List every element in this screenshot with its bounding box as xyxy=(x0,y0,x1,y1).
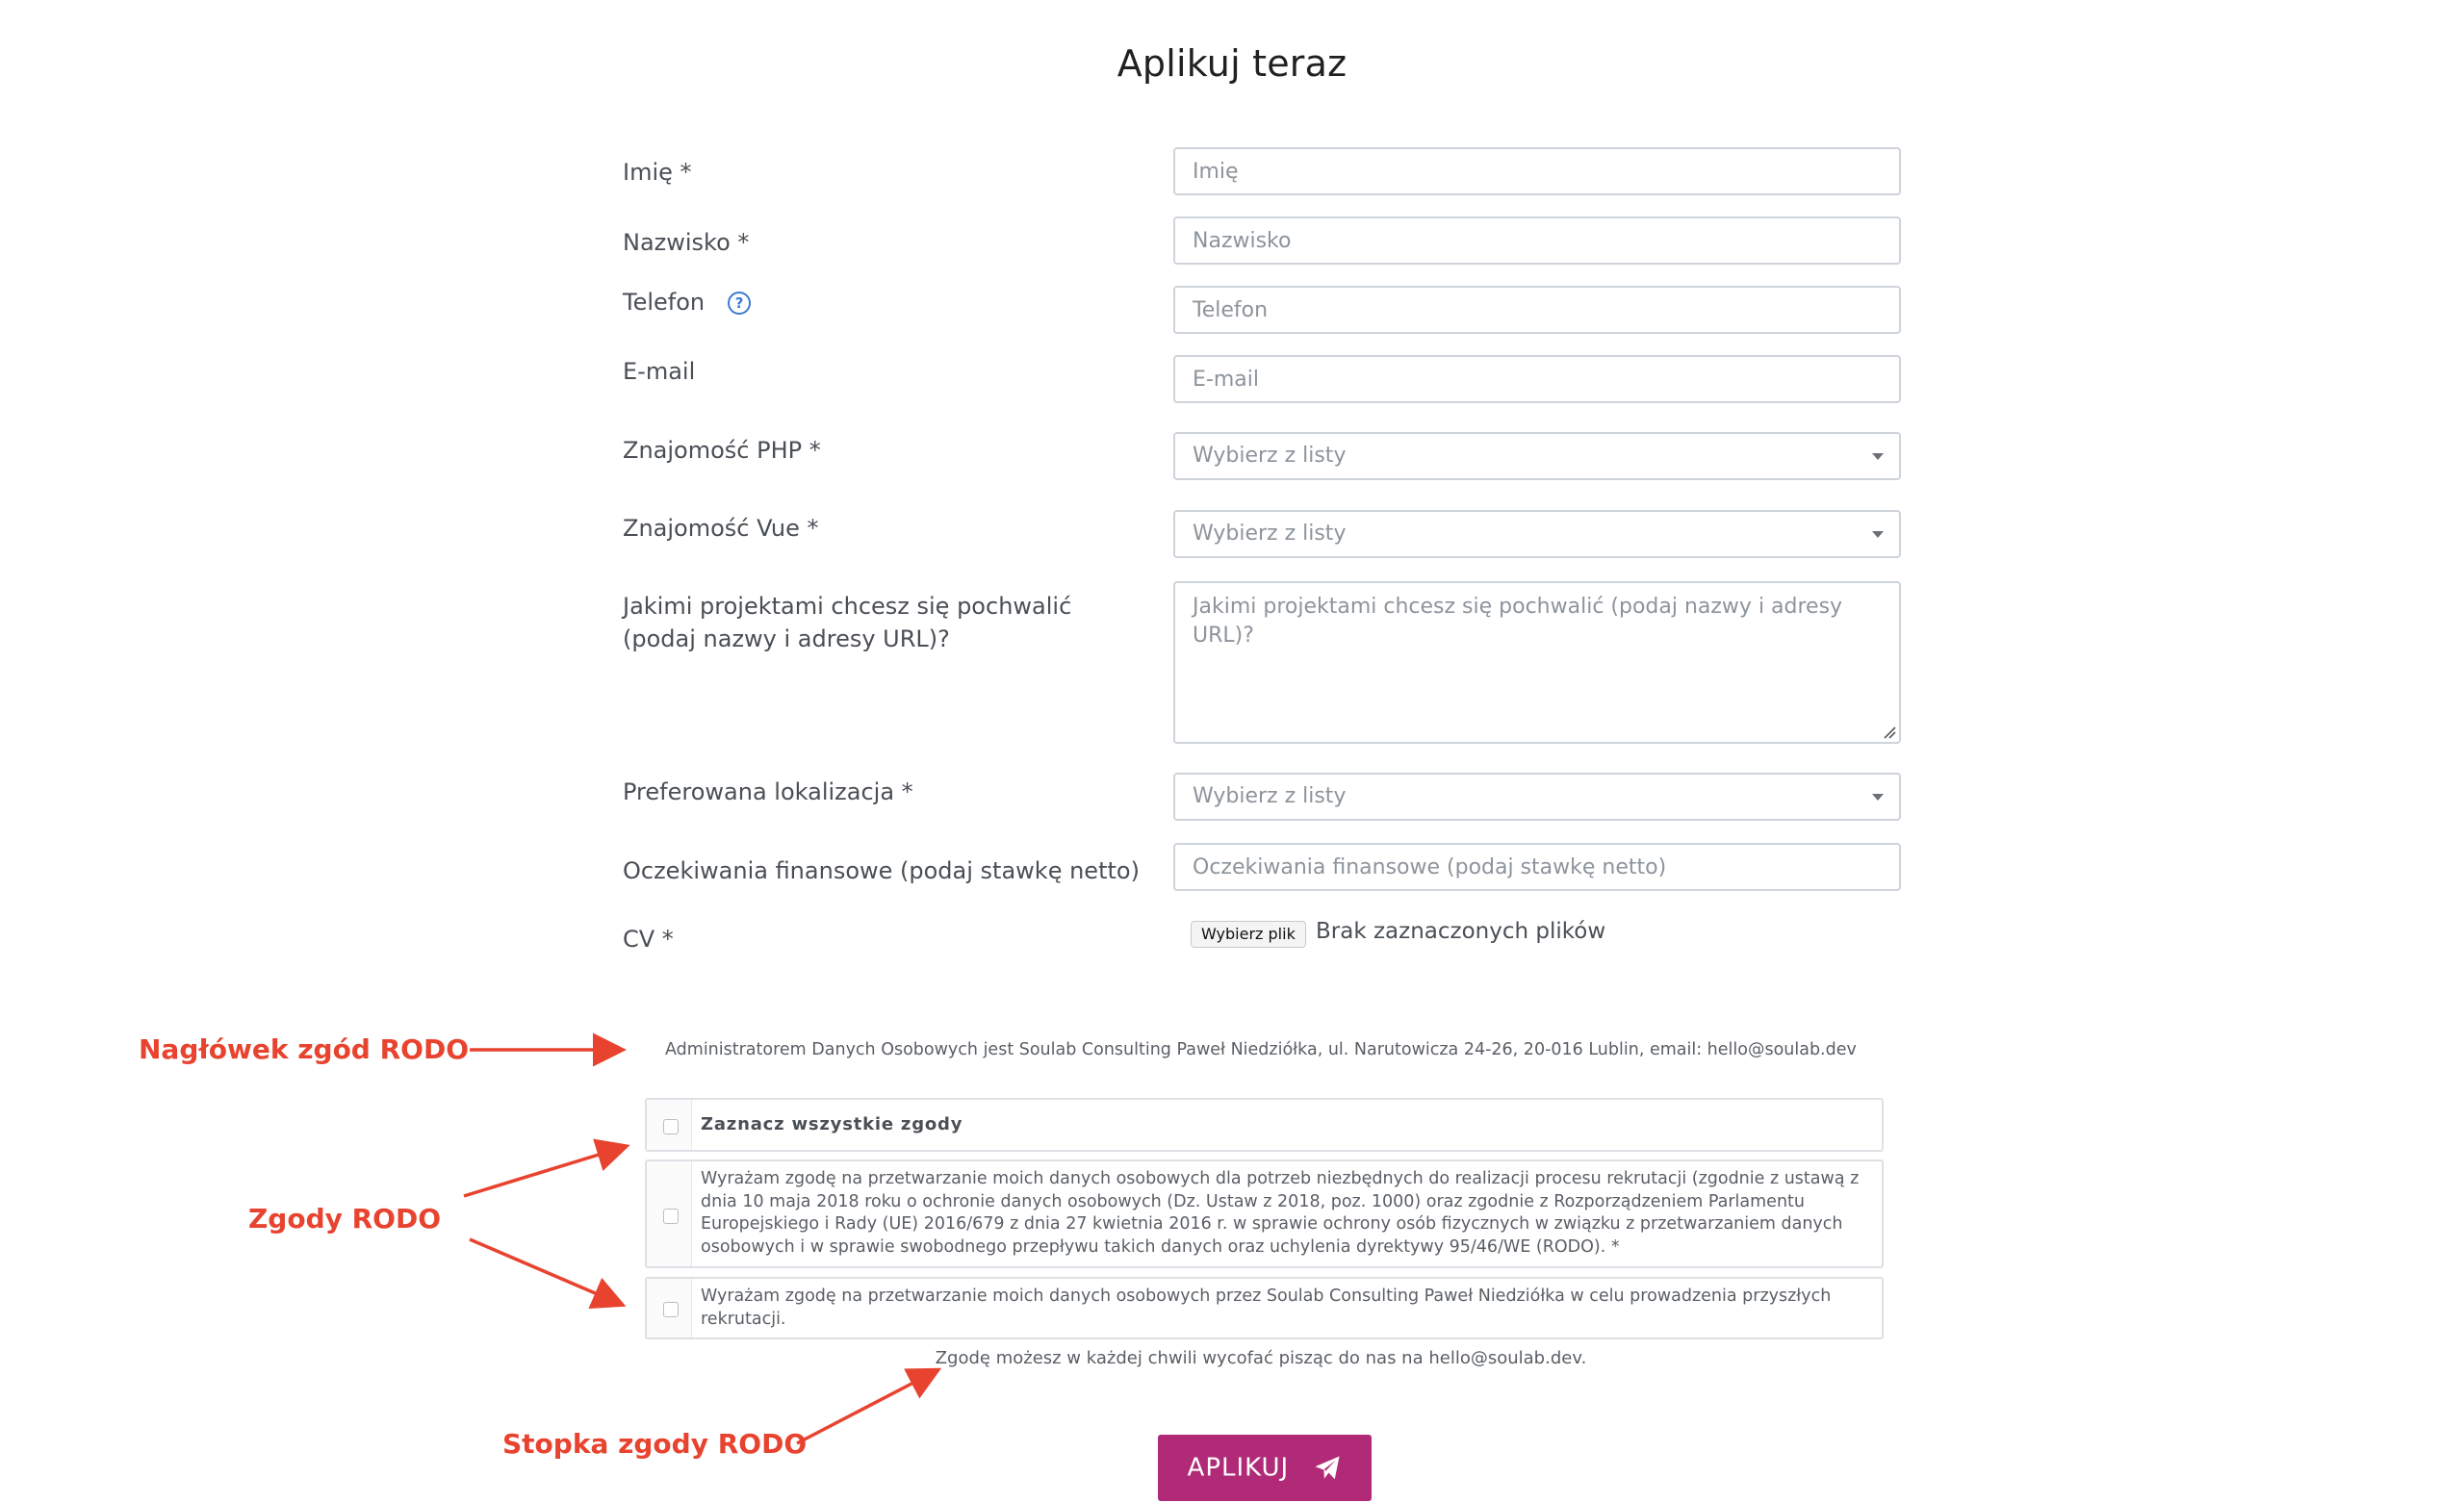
consent-text-line: Wyrażam zgodę na przetwarzanie moich dan… xyxy=(701,1286,1832,1306)
apply-button-label: APLIKUJ xyxy=(1187,1453,1290,1483)
consent-text-line: rekrutacji. xyxy=(701,1309,786,1329)
consent-text-line: dnia 10 maja 2018 roku o ochronie danych… xyxy=(701,1191,1805,1211)
consent-text-line: Europejskiego i Rady (UE) 2016/679 z dni… xyxy=(701,1214,1843,1234)
consent-recruitment-text: Wyrażam zgodę na przetwarzanie moich dan… xyxy=(701,1168,1868,1259)
rodo-header-text: Administratorem Danych Osobowych jest So… xyxy=(665,1040,1857,1059)
apply-button[interactable]: APLIKUJ xyxy=(1158,1435,1372,1501)
arrow-to-select-all xyxy=(463,1138,630,1198)
consent-future-text: Wyrażam zgodę na przetwarzanie moich dan… xyxy=(701,1286,1868,1331)
arrow-to-consent2 xyxy=(469,1237,627,1310)
arrow-to-footer xyxy=(796,1367,942,1445)
checkbox-column xyxy=(647,1279,692,1337)
consent-text-line: Wyrażam zgodę na przetwarzanie moich dan… xyxy=(701,1169,1860,1188)
checkbox-column xyxy=(647,1161,692,1266)
checkbox-column xyxy=(647,1100,692,1150)
select-all-label: Zaznacz wszystkie zgody xyxy=(701,1114,963,1134)
consent-recruitment[interactable]: Wyrażam zgodę na przetwarzanie moich dan… xyxy=(645,1159,1884,1268)
rodo-footer-text: Zgodę możesz w każdej chwili wycofać pis… xyxy=(935,1348,1587,1368)
consent-text-line: osobowych i w sprawie swobodnego przepły… xyxy=(701,1236,1620,1257)
consent-recruitment-checkbox[interactable] xyxy=(663,1209,679,1224)
consent-future-checkbox[interactable] xyxy=(663,1302,679,1317)
consent-select-all[interactable]: Zaznacz wszystkie zgody xyxy=(645,1098,1884,1152)
select-all-checkbox[interactable] xyxy=(663,1119,679,1134)
paper-plane-icon xyxy=(1315,1456,1340,1479)
consent-future-recruitment[interactable]: Wyrażam zgodę na przetwarzanie moich dan… xyxy=(645,1277,1884,1339)
